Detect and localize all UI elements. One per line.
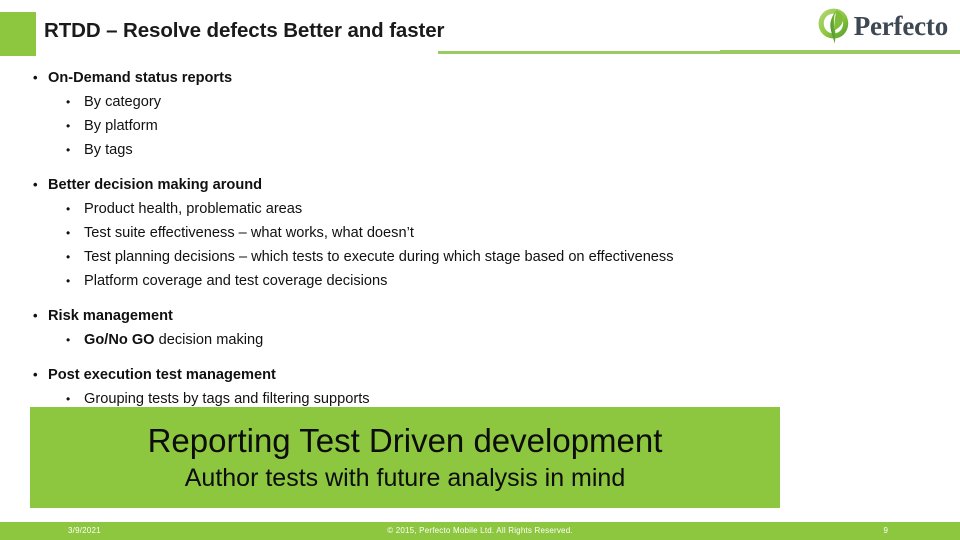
bullet-level1: • Risk management — [0, 304, 960, 328]
bullet-marker-icon: • — [66, 119, 71, 133]
bullet-level2-label: Product health, problematic areas — [84, 201, 303, 217]
bullet-level2: • By platform — [0, 114, 960, 138]
bullet-level1-label: Better decision making around — [48, 177, 263, 193]
perfecto-logo: Perfecto — [816, 6, 948, 46]
bullet-level2: • By tags — [0, 138, 960, 162]
bullet-level1: • On-Demand status reports — [0, 66, 960, 90]
bullet-marker-icon: • — [66, 274, 71, 288]
bullet-level2: • Test planning decisions – which tests … — [0, 245, 960, 269]
bullet-level1: • Post execution test management — [0, 363, 960, 387]
bullet-level2: • Go/No GO decision making — [0, 328, 960, 352]
bullet-level2-label: Test suite effectiveness – what works, w… — [84, 225, 414, 241]
bullet-level2-label: Grouping tests by tags and filtering sup… — [84, 391, 370, 407]
logo-wordmark: Perfecto — [853, 10, 949, 41]
bullet-level1: • Better decision making around — [0, 173, 960, 197]
page-title: RTDD – Resolve defects Better and faster — [44, 19, 445, 42]
bullet-level1-label: Post execution test management — [48, 367, 276, 383]
bullet-group-better-decision-making: • Better decision making around • Produc… — [0, 173, 960, 293]
bullet-level2: • Test suite effectiveness – what works,… — [0, 221, 960, 245]
bullet-marker-icon: • — [66, 226, 71, 240]
bullet-level2: • By category — [0, 90, 960, 114]
bullet-level2-label: Test planning decisions – which tests to… — [84, 249, 674, 265]
callout-primary-text: Reporting Test Driven development — [147, 421, 663, 459]
bullet-marker-icon: • — [66, 333, 71, 347]
header-divider-right — [720, 50, 960, 54]
bullet-marker-icon: • — [33, 177, 38, 192]
bullet-level2-label: decision making — [154, 332, 264, 348]
bullet-marker-icon: • — [33, 367, 38, 382]
footer-copyright: © 2015, Perfecto Mobile Ltd. All Rights … — [387, 526, 573, 535]
bullet-level2-label: By tags — [84, 142, 133, 158]
highlight-callout-box: Reporting Test Driven development Author… — [30, 407, 780, 508]
bullet-marker-icon: • — [66, 250, 71, 264]
header-accent-square — [0, 12, 36, 56]
bullet-level1-label: Risk management — [48, 308, 173, 324]
header-divider-left — [438, 51, 720, 54]
bullet-level2-label: Platform coverage and test coverage deci… — [84, 273, 388, 289]
bullet-level2-lead: Go/No GO — [84, 332, 155, 348]
bullet-group-risk-management: • Risk management • Go/No GO decision ma… — [0, 304, 960, 352]
bullet-marker-icon: • — [66, 202, 71, 216]
slide: RTDD – Resolve defects Better and faster — [0, 0, 960, 540]
bullet-level2-label: By category — [84, 94, 162, 110]
perfecto-leaf-logo-icon — [816, 7, 850, 45]
bullet-marker-icon: • — [33, 70, 38, 85]
bullet-marker-icon: • — [66, 143, 71, 157]
bullet-level2: • Product health, problematic areas — [0, 197, 960, 221]
bullet-group-on-demand-status-reports: • On-Demand status reports • By category… — [0, 66, 960, 162]
bullet-list: • On-Demand status reports • By category… — [0, 66, 960, 411]
bullet-marker-icon: • — [66, 95, 71, 109]
bullet-marker-icon: • — [33, 308, 38, 323]
footer-page-number: 9 — [883, 526, 888, 535]
bullet-level2: • Platform coverage and test coverage de… — [0, 269, 960, 293]
callout-secondary-text: Author tests with future analysis in min… — [184, 463, 626, 492]
bullet-group-post-execution-test-management: • Post execution test management • Group… — [0, 363, 960, 411]
bullet-level2-label: By platform — [84, 118, 158, 134]
bullet-level1-label: On-Demand status reports — [48, 70, 233, 86]
